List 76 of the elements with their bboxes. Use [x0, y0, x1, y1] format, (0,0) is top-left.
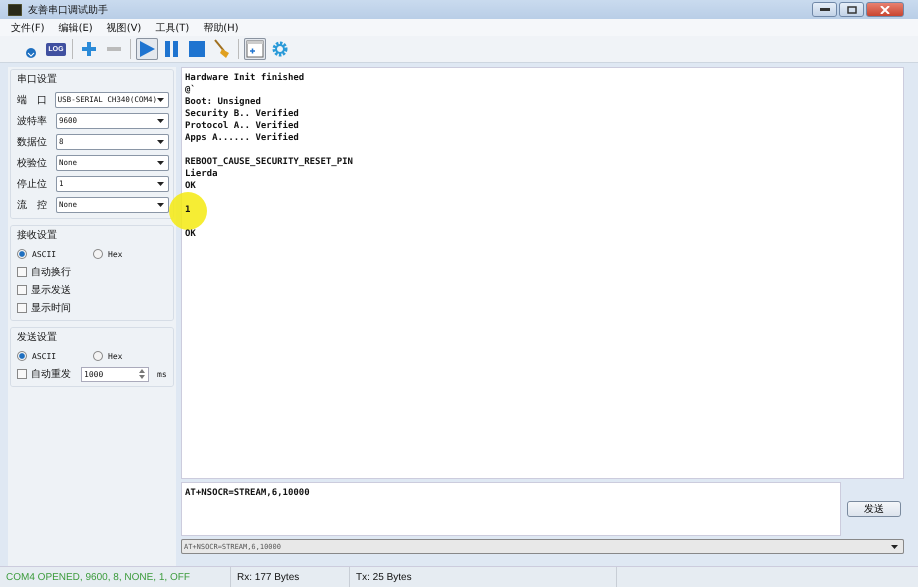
close-icon — [880, 6, 890, 14]
pause-icon — [164, 40, 180, 58]
toolbar-stop-button[interactable] — [186, 38, 208, 60]
gear-icon — [271, 40, 289, 58]
log-line: OK — [185, 229, 196, 239]
menu-item[interactable]: 文件(F) — [4, 20, 52, 34]
plus-icon — [81, 41, 97, 57]
maximize-icon — [846, 6, 856, 14]
checkbox[interactable] — [17, 303, 27, 313]
menu-item[interactable]: 工具(T) — [148, 20, 196, 34]
menu-item[interactable]: 编辑(E) — [52, 20, 100, 34]
stop-icon — [189, 41, 205, 57]
log-line: Apps A...... Verified — [185, 133, 299, 143]
download-icon — [26, 48, 36, 58]
field-label: 校验位 — [17, 156, 48, 170]
broom-icon — [213, 39, 231, 59]
radio-label: ASCII — [32, 352, 56, 360]
group-title: 发送设置 — [17, 330, 58, 344]
checkbox[interactable] — [17, 369, 27, 379]
checkbox-label: 显示发送 — [31, 284, 71, 297]
radio-label: Hex — [108, 250, 122, 258]
field-label: 波特率 — [17, 114, 48, 128]
log-line: @` — [185, 85, 196, 95]
window-icon — [246, 40, 264, 58]
radio-button[interactable] — [17, 249, 27, 259]
radio-button[interactable] — [17, 351, 27, 361]
group-title: 串口设置 — [17, 72, 58, 86]
group-title: 接收设置 — [17, 228, 58, 242]
menu-item[interactable]: 视图(V) — [100, 20, 148, 34]
unit-label: ms — [157, 370, 167, 378]
dropdown-arrow-icon — [157, 202, 164, 206]
dropdown-arrow-icon — [157, 160, 164, 164]
radio-label: Hex — [108, 352, 122, 360]
dropdown-arrow-icon — [157, 98, 164, 102]
log-line: Hardware Init finished — [185, 73, 304, 83]
close-button[interactable] — [866, 2, 904, 17]
dropdown-arrow-icon — [891, 544, 898, 548]
interval-spinbox[interactable]: 1000 — [81, 366, 149, 382]
toolbar-play-button[interactable] — [136, 38, 158, 60]
status-text: Rx: 177 Bytes — [231, 567, 350, 587]
minimize-button[interactable] — [812, 2, 837, 17]
spin-arrows-icon — [138, 368, 146, 380]
dropdown-arrow-icon — [157, 140, 164, 144]
checkbox[interactable] — [17, 267, 27, 277]
log-line: Lierda — [185, 169, 218, 179]
checkbox-label: 自动重发 — [31, 368, 71, 381]
status-text: Tx: 25 Bytes — [350, 567, 617, 587]
field-label: 数据位 — [17, 136, 48, 148]
field-label: 停止位 — [17, 178, 48, 190]
checkbox-label: 显示时间 — [31, 302, 71, 315]
menu-item[interactable]: 帮助(H) — [196, 20, 246, 34]
status-text: COM4 OPENED, 9600, 8, NONE, 1, OFF — [0, 567, 231, 587]
field-label: 流 控 — [17, 198, 48, 212]
send-button[interactable]: 发送 — [847, 501, 901, 517]
dropdown-arrow-icon — [157, 182, 164, 186]
log-line: Security B.. Verified — [185, 109, 299, 119]
log-line: REBOOT_CAUSE_SECURITY_RESET_PIN — [185, 157, 353, 167]
minimize-icon — [820, 8, 830, 12]
checkbox[interactable] — [17, 285, 27, 295]
log-line: Protocol A.. Verified — [185, 121, 299, 131]
log-line: OK — [185, 181, 196, 191]
toolbar-window-button[interactable] — [244, 38, 266, 60]
checkbox-label: 自动换行 — [31, 266, 71, 279]
cursor-highlight — [169, 192, 207, 230]
window-title: 友善串口调试助手 — [28, 4, 108, 16]
radio-label: ASCII — [32, 250, 56, 258]
dropdown-arrow-icon — [157, 118, 164, 122]
log-line: Boot: Unsigned — [185, 97, 261, 107]
app-icon — [8, 4, 22, 16]
radio-button[interactable] — [93, 249, 103, 259]
radio-button[interactable] — [93, 351, 103, 361]
field-label: 端 口 — [17, 94, 48, 106]
send-input[interactable]: AT+NSOCR=STREAM,6,10000 — [181, 482, 841, 536]
play-icon — [138, 40, 156, 58]
maximize-button[interactable] — [839, 2, 864, 17]
log-line: 1 — [185, 205, 190, 215]
